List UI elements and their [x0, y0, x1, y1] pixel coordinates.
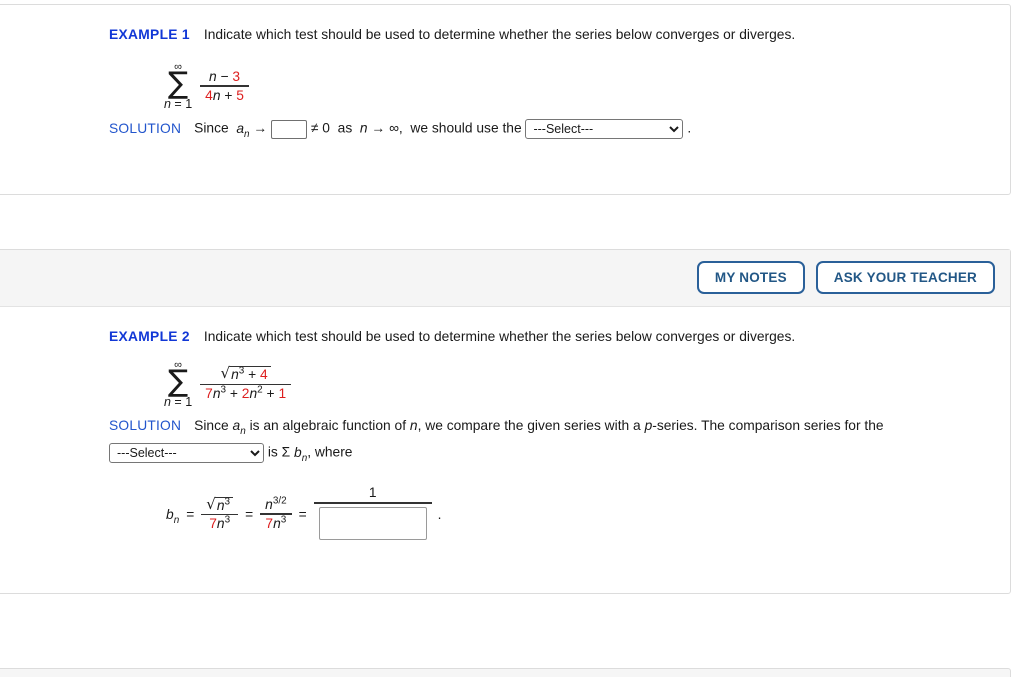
series-1-fraction: n − 3 4n + 5: [200, 69, 249, 103]
series-2-fraction: √ n3 + 4 7n3 + 2n2 + 1: [200, 365, 292, 402]
bn-fraction-1: √ n3 7n3: [201, 495, 239, 532]
solution-1-text-1: Since: [194, 120, 229, 136]
solution-1-text-4: we should use the: [410, 120, 522, 136]
example-1-series: ∞ ∑ n = 1 n − 3 4n + 5: [164, 62, 249, 110]
solution-1-tag: SOLUTION: [109, 120, 182, 136]
example-2-series: ∞ ∑ n = 1 √ n3 + 4 7n3 + 2n2 + 1: [164, 359, 292, 409]
bn-denominator-input[interactable]: [318, 506, 427, 540]
solution-1-text-2: ≠ 0: [310, 120, 330, 136]
solution-2-text-2: is an algebraic function of: [249, 418, 407, 433]
example-2-tag: EXAMPLE 2: [109, 329, 190, 344]
series-1-numerator: n − 3: [209, 68, 241, 84]
bn-fraction-3-numerator: 1: [368, 485, 377, 500]
comparison-series-select[interactable]: ---Select---: [109, 443, 264, 463]
sigma-glyph-2: ∑: [167, 364, 189, 399]
infinity-symbol: ∞,: [389, 120, 403, 136]
solution-2-text-5: is Σ: [267, 444, 291, 460]
solution-2-text-6: , where: [307, 444, 353, 460]
solution-1-period: .: [687, 120, 692, 136]
bn-equation-period: .: [437, 506, 442, 522]
summation-lower-limit: n = 1: [164, 96, 193, 111]
series-2-numerator: √ n3 + 4: [216, 365, 276, 383]
limit-answer-input[interactable]: [271, 119, 308, 139]
ask-your-teacher-button[interactable]: ASK YOUR TEACHER: [815, 261, 995, 294]
solution-2-text-3: , we compare the given series with a: [417, 418, 641, 433]
assignment-screen: EXAMPLE 1 Indicate which test should be u…: [0, 0, 1024, 677]
equals-sign-1: =: [186, 506, 195, 522]
b-sub-n-symbol: bn: [294, 444, 308, 464]
example-1-heading: EXAMPLE 1 Indicate which test should be u…: [109, 27, 795, 42]
bn-label: bn: [166, 506, 180, 526]
n-variable: n: [359, 120, 368, 136]
arrow-right-icon: →: [253, 120, 268, 136]
problem-2-header-bar: ns Used MY NOTES ASK YOUR TEACHER: [0, 250, 1010, 307]
header-actions: MY NOTES ASK YOUR TEACHER: [696, 261, 995, 294]
summation-lower-limit-2: n = 1: [164, 394, 193, 409]
summation-symbol: ∞ ∑ n = 1: [164, 61, 193, 111]
series-2-denominator: 7n3 + 2n2 + 1: [205, 384, 287, 402]
summation-symbol-2: ∞ ∑ n = 1: [164, 359, 193, 409]
solution-2-text-4: -series. The comparison series for the: [652, 418, 884, 433]
example-2-prompt: Indicate which test should be used to de…: [203, 329, 796, 344]
square-root-icon: √ n3 + 4: [221, 365, 271, 382]
example-2-solution-line-2: ---Select--- is Σ bn, where: [109, 443, 352, 463]
example-1-prompt: Indicate which test should be used to de…: [203, 27, 796, 42]
problem-panel-2: ns Used MY NOTES ASK YOUR TEACHER EXAMPL…: [0, 249, 1011, 594]
equals-sign-3: =: [298, 506, 307, 522]
bn-fraction-2: n3/2 7n3: [260, 496, 292, 531]
a-sub-n-symbol-2: an: [232, 418, 246, 437]
sigma-glyph: ∑: [167, 66, 189, 101]
test-select-1[interactable]: ---Select---: [525, 119, 684, 139]
solution-2-text-1: Since: [194, 418, 229, 433]
problem-panel-1: EXAMPLE 1 Indicate which test should be u…: [0, 4, 1011, 195]
example-1-tag: EXAMPLE 1: [109, 27, 190, 42]
example-2-heading: EXAMPLE 2 Indicate which test should be u…: [109, 329, 795, 344]
bn-equation: bn = √ n3 7n3 = n3/2 7n3 = 1 .: [166, 485, 442, 543]
problem-panel-3: [0, 668, 1011, 677]
my-notes-button[interactable]: MY NOTES: [696, 261, 805, 294]
example-1-solution-line: SOLUTION Since an → ≠ 0 as n → ∞, we shou…: [109, 119, 691, 139]
solution-2-tag: SOLUTION: [109, 418, 182, 433]
equals-sign-2: =: [245, 506, 254, 522]
example-2-solution-line-1: SOLUTION Since an is an algebraic functio…: [109, 418, 884, 437]
solution-1-text-3: as: [337, 120, 353, 136]
bn-fraction-3: 1: [313, 485, 432, 543]
series-1-denominator: 4n + 5: [205, 87, 244, 103]
square-root-icon-2: √ n3: [206, 495, 234, 513]
n-variable-2: n: [409, 418, 418, 433]
a-sub-n-symbol: an: [236, 120, 250, 140]
arrow-right-icon-2: →: [371, 120, 386, 136]
